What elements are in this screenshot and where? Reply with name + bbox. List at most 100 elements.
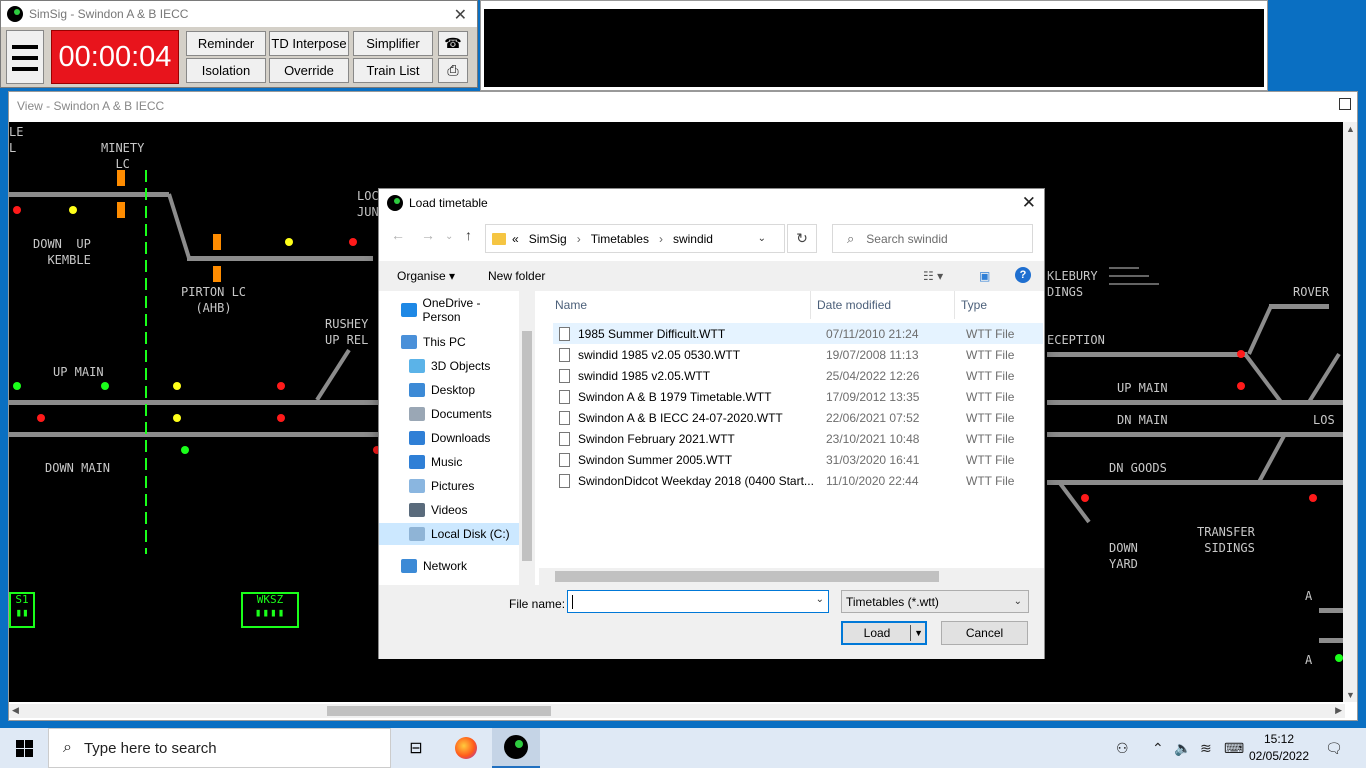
load-button[interactable]: Load ▼ — [841, 621, 927, 645]
nav-item-pictures[interactable]: Pictures — [379, 475, 519, 497]
file-row[interactable]: swindid 1985 v2.05.WTT 25/04/2022 12:26 WT… — [553, 365, 1043, 386]
help-icon[interactable]: ? — [1015, 267, 1031, 283]
level-crossing-pirton[interactable] — [213, 266, 221, 282]
taskbar-clock[interactable]: 15:12 02/05/2022 — [1245, 731, 1313, 765]
signal[interactable] — [173, 382, 181, 390]
breadcrumb-simsig[interactable]: SimSig — [529, 232, 567, 246]
file-row[interactable]: Swindon A & B IECC 24-07-2020.WTT 22/06/2… — [553, 407, 1043, 428]
signal[interactable] — [181, 446, 189, 454]
simplifier-button[interactable]: Simplifier — [353, 31, 433, 56]
search-input[interactable]: ⌕ Search swindid — [832, 224, 1033, 253]
back-arrow-icon[interactable]: ← — [391, 227, 405, 243]
main-menu-button[interactable] — [6, 30, 44, 84]
refresh-button[interactable]: ↻ — [787, 224, 817, 253]
file-row[interactable]: swindid 1985 v2.05 0530.WTT 19/07/2008 11… — [553, 344, 1043, 365]
cancel-button[interactable]: Cancel — [941, 621, 1028, 645]
load-split-arrow-icon[interactable]: ▼ — [914, 628, 923, 638]
recent-chevron-icon[interactable]: ⌄ — [445, 231, 453, 242]
td-interpose-button[interactable]: TD Interpose — [269, 31, 349, 56]
level-crossing-pirton[interactable] — [213, 234, 221, 250]
reminder-button[interactable]: Reminder — [186, 31, 266, 56]
nav-item-documents[interactable]: Documents — [379, 403, 519, 425]
nav-item-local-disk-c[interactable]: Local Disk (C:) — [379, 523, 519, 545]
people-icon[interactable]: ⚇ — [1116, 740, 1129, 757]
volume-icon[interactable]: 🔈 — [1174, 740, 1191, 757]
file-horizontal-scrollbar[interactable] — [539, 568, 1044, 585]
breadcrumb-overflow[interactable]: « — [512, 232, 519, 246]
isolation-button[interactable]: Isolation — [186, 58, 266, 83]
nav-item-music[interactable]: Music — [379, 451, 519, 473]
task-view-button[interactable]: ⊟ — [392, 728, 440, 768]
signal[interactable] — [1309, 494, 1317, 502]
signal[interactable] — [285, 238, 293, 246]
maximize-icon[interactable] — [1339, 98, 1351, 110]
nav-item-desktop[interactable]: Desktop — [379, 379, 519, 401]
train-list-button[interactable]: Train List — [353, 58, 433, 83]
up-arrow-icon[interactable]: ↑ — [465, 227, 472, 243]
dialog-close-icon[interactable]: ✕ — [1022, 193, 1036, 213]
file-row[interactable]: Swindon Summer 2005.WTT 31/03/2020 16:41 W… — [553, 449, 1043, 470]
forward-arrow-icon[interactable]: → — [421, 227, 435, 243]
nav-item-onedrive-person[interactable]: OneDrive - Person — [379, 296, 519, 324]
new-folder-button[interactable]: New folder — [488, 269, 545, 283]
start-button[interactable] — [0, 728, 48, 768]
taskbar-search[interactable]: ⌕ Type here to search — [48, 728, 391, 768]
level-crossing-minety[interactable] — [117, 202, 125, 218]
signal[interactable] — [101, 382, 109, 390]
train-describer-s1[interactable]: S1 ▮▮ — [9, 592, 35, 628]
signal[interactable] — [13, 382, 21, 390]
address-bar[interactable]: « SimSig › Timetables › swindid ⌄ — [485, 224, 785, 253]
nav-item-network[interactable]: Network — [379, 555, 519, 577]
printer-button[interactable]: ⎙ — [438, 58, 468, 83]
signal[interactable] — [1237, 382, 1245, 390]
column-type[interactable]: Type — [955, 291, 1045, 319]
signal[interactable] — [349, 238, 357, 246]
file-type: WTT File — [966, 431, 1015, 446]
signal[interactable] — [277, 414, 285, 422]
file-name-input[interactable]: ⌄ — [567, 590, 829, 613]
signal[interactable] — [13, 206, 21, 214]
simsig-app-icon — [387, 195, 403, 211]
override-button[interactable]: Override — [269, 58, 349, 83]
signal[interactable] — [69, 206, 77, 214]
language-icon[interactable]: ⌨ — [1224, 740, 1244, 757]
signal[interactable] — [1237, 350, 1245, 358]
file-row[interactable]: 1985 Summer Difficult.WTT 07/11/2010 21:2… — [553, 323, 1043, 344]
chevron-down-icon[interactable]: ⌄ — [816, 594, 824, 605]
file-type-filter[interactable]: Timetables (*.wtt) ⌄ — [841, 590, 1029, 613]
train-describer-wksz[interactable]: WKSZ ▮▮▮▮ — [241, 592, 299, 628]
nav-item-downloads[interactable]: Downloads — [379, 427, 519, 449]
nav-scrollbar[interactable] — [519, 291, 535, 585]
file-date: 22/06/2021 07:52 — [826, 410, 920, 425]
signal[interactable] — [173, 414, 181, 422]
network-icon[interactable]: ≋ — [1200, 740, 1212, 757]
nav-item-3d-objects[interactable]: 3D Objects — [379, 355, 519, 377]
file-row[interactable]: SwindonDidcot Weekday 2018 (0400 Start..… — [553, 470, 1043, 491]
chevron-down-icon[interactable]: ⌄ — [758, 233, 766, 244]
column-date-modified[interactable]: Date modified — [811, 291, 955, 319]
breadcrumb-timetables[interactable]: Timetables — [591, 232, 649, 246]
breadcrumb-swindid[interactable]: swindid — [673, 232, 713, 246]
signal[interactable] — [37, 414, 45, 422]
signal[interactable] — [277, 382, 285, 390]
notifications-icon[interactable]: 🗨 — [1325, 740, 1343, 757]
clock-date: 02/05/2022 — [1248, 749, 1310, 763]
view-horizontal-scrollbar[interactable]: ◀ ▶ — [9, 704, 1345, 718]
nav-item-this-pc[interactable]: This PC — [379, 331, 519, 353]
telephone-button[interactable]: ☎ — [438, 31, 468, 56]
nav-item-videos[interactable]: Videos — [379, 499, 519, 521]
firefox-taskbar-button[interactable] — [442, 728, 490, 768]
signal[interactable] — [1335, 654, 1343, 662]
signal[interactable] — [1081, 494, 1089, 502]
file-row[interactable]: Swindon A & B 1979 Timetable.WTT 17/09/20… — [553, 386, 1043, 407]
simsig-taskbar-button[interactable] — [492, 728, 540, 768]
view-vertical-scrollbar[interactable]: ▲ ▼ — [1343, 122, 1357, 702]
show-hidden-icons-chevron-icon[interactable]: ⌃ — [1152, 740, 1164, 757]
level-crossing-minety[interactable] — [117, 170, 125, 186]
column-name[interactable]: Name — [539, 291, 811, 319]
control-close-icon[interactable]: ✕ — [454, 5, 467, 25]
organise-button[interactable]: Organise ▾ — [397, 269, 455, 283]
file-row[interactable]: Swindon February 2021.WTT 23/10/2021 10:4… — [553, 428, 1043, 449]
preview-pane-icon[interactable]: ▣ — [979, 269, 990, 283]
view-options-icon[interactable]: ☷ ▾ — [923, 269, 943, 283]
